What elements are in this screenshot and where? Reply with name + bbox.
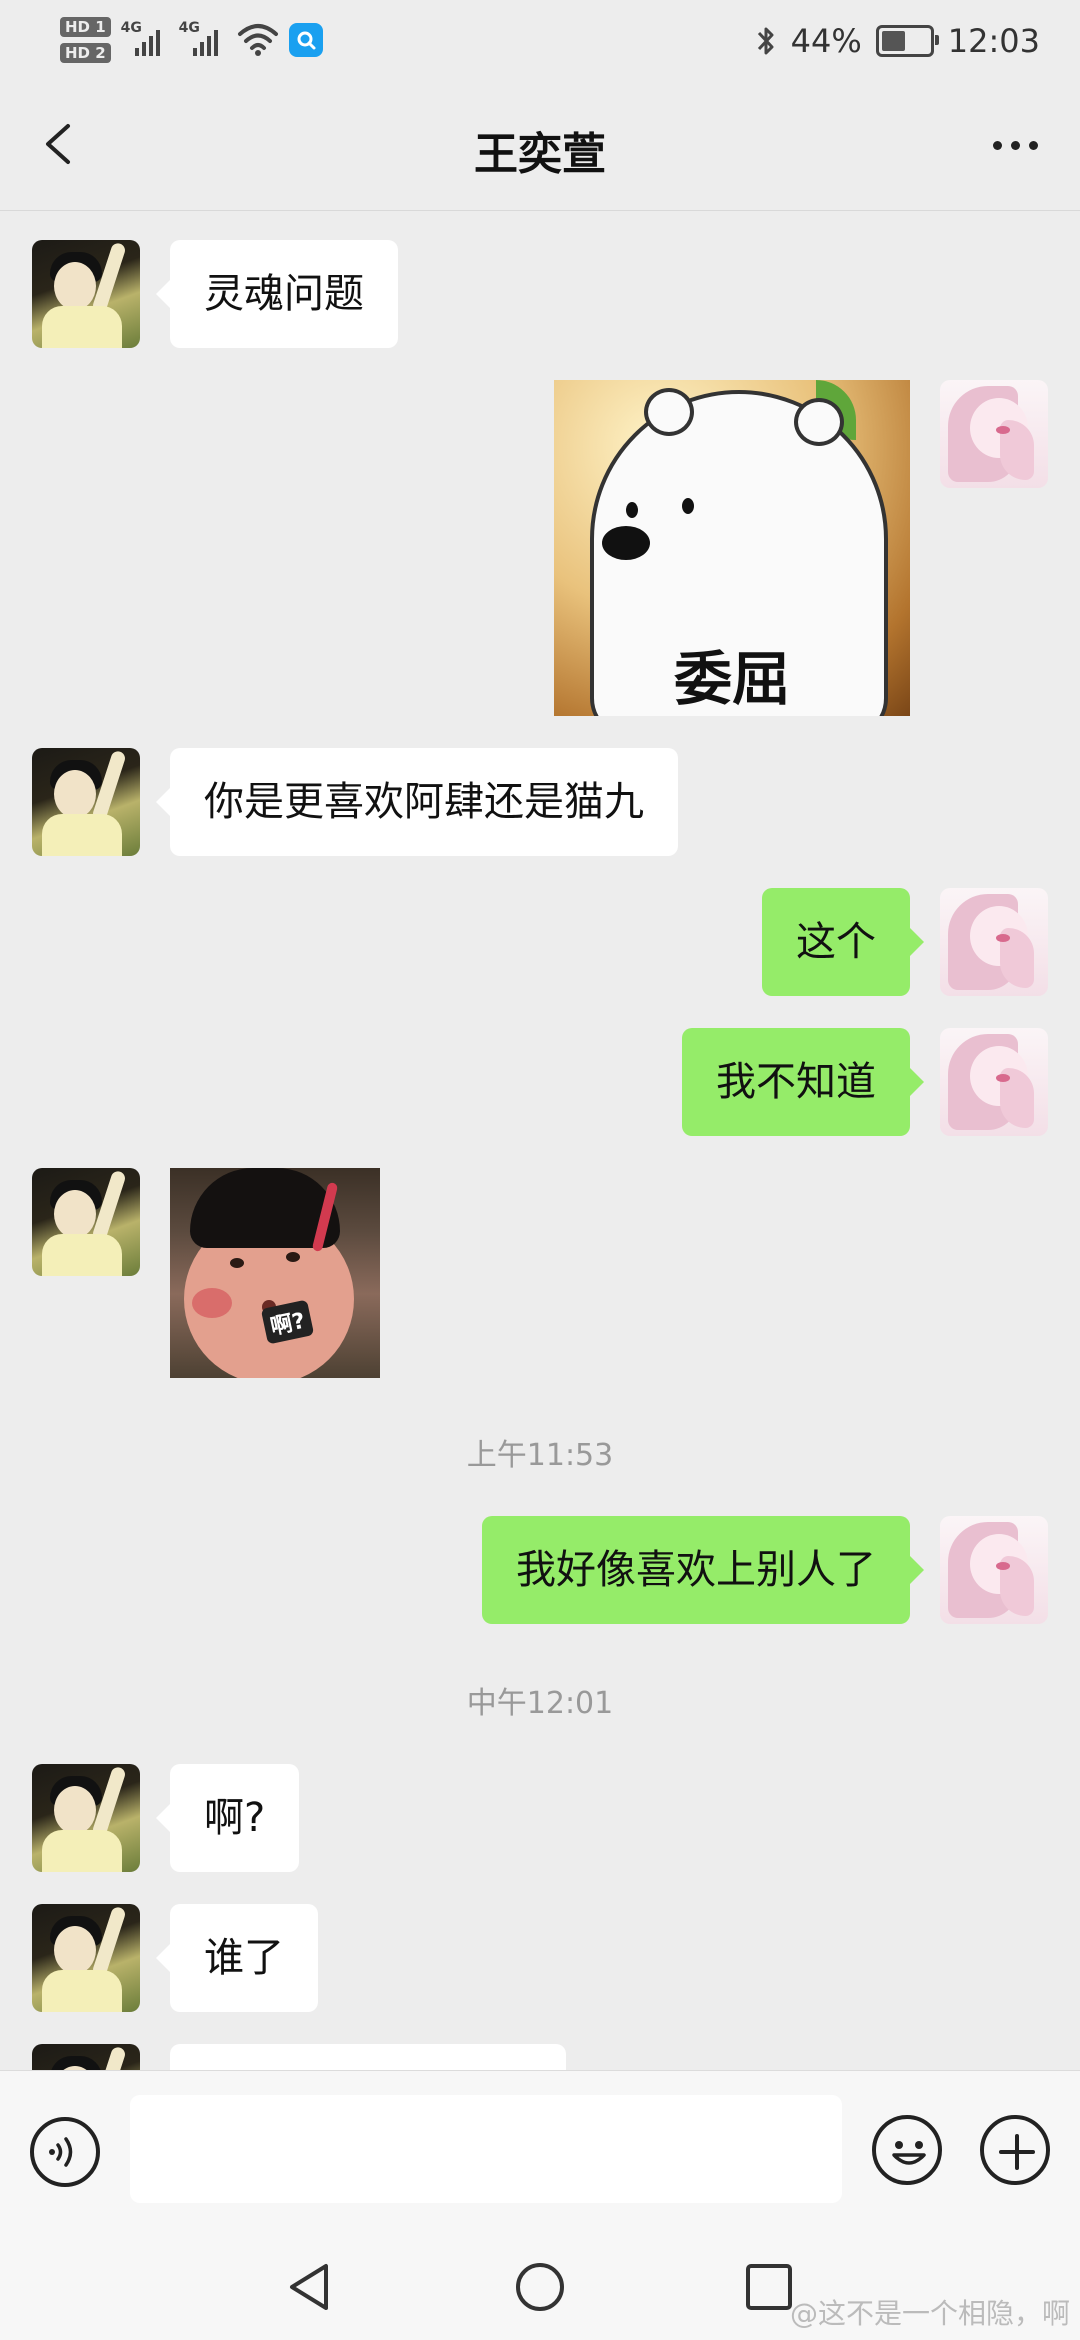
my-avatar[interactable] xyxy=(940,1516,1048,1624)
status-bar: HD 1 HD 2 4G 4G 44% 12:03 xyxy=(0,0,1080,80)
sticker-caption: 委屈 xyxy=(673,645,790,713)
my-avatar[interactable] xyxy=(940,888,1048,996)
home-circle-icon[interactable] xyxy=(505,2252,575,2322)
back-triangle-icon[interactable] xyxy=(276,2252,346,2322)
signal-icon: 4G xyxy=(121,20,169,60)
sticker-received[interactable]: 啊? xyxy=(170,1168,380,1378)
battery-level xyxy=(881,31,905,51)
navigation-bar: @这不是一个相隐，啊 xyxy=(0,2230,1080,2340)
voice-icon[interactable] xyxy=(30,2117,100,2187)
chat-title: 王奕萱 xyxy=(474,129,606,180)
more-icon[interactable] xyxy=(980,120,1050,170)
input-bar xyxy=(0,2070,1080,2231)
chat-area[interactable]: 灵魂问题 委屈 你是更喜欢阿肆还是猫九 这个 我不知道 啊? 上午11:53 我… xyxy=(0,212,1080,2070)
message-bubble-received[interactable]: 你是更喜欢阿肆还是猫九 xyxy=(156,748,678,856)
sim2-badge: HD 2 xyxy=(60,43,111,63)
timestamp: 中午12:01 xyxy=(466,1686,614,1721)
chat-header: 王奕萱 xyxy=(0,80,1080,211)
status-time: 12:03 xyxy=(947,22,1040,60)
my-avatar[interactable] xyxy=(940,1028,1048,1136)
message-bubble-received[interactable]: 谁了 xyxy=(156,1904,318,2012)
timestamp: 上午11:53 xyxy=(466,1438,614,1473)
my-avatar[interactable] xyxy=(940,380,1048,488)
status-right: 44% 12:03 xyxy=(755,14,1040,68)
friend-avatar[interactable] xyxy=(32,240,140,348)
signal-icon: 4G xyxy=(179,20,227,60)
bluetooth-icon xyxy=(757,27,774,55)
message-bubble-sent[interactable]: 我不知道 xyxy=(682,1028,924,1136)
emoji-icon[interactable] xyxy=(872,2115,942,2185)
friend-avatar[interactable] xyxy=(32,748,140,856)
search-app-icon xyxy=(288,23,323,57)
battery-percent: 44% xyxy=(790,22,862,60)
status-left: HD 1 HD 2 4G 4G xyxy=(60,10,323,70)
message-input[interactable] xyxy=(130,2095,842,2203)
friend-avatar[interactable] xyxy=(32,1904,140,2012)
sticker-sent[interactable]: 委屈 xyxy=(554,380,910,716)
wifi-icon xyxy=(237,24,278,56)
plus-icon[interactable] xyxy=(980,2115,1050,2185)
message-bubble-received[interactable]: 啊? xyxy=(155,1764,300,1872)
friend-avatar[interactable] xyxy=(32,2044,140,2070)
battery-icon xyxy=(875,25,939,57)
sim-indicators: HD 1 HD 2 xyxy=(60,17,111,63)
message-bubble-sent[interactable]: 我好像喜欢上别人了 xyxy=(482,1516,924,1624)
watermark: @这不是一个相隐，啊 xyxy=(789,2297,1070,2330)
message-bubble-received[interactable]: 灵魂问题 xyxy=(156,240,398,348)
sim1-badge: HD 1 xyxy=(60,17,111,37)
friend-avatar[interactable] xyxy=(32,1168,140,1276)
message-bubble-sent[interactable]: 这个 xyxy=(762,888,924,996)
friend-avatar[interactable] xyxy=(32,1764,140,1872)
message-bubble-received[interactable] xyxy=(170,2044,566,2070)
